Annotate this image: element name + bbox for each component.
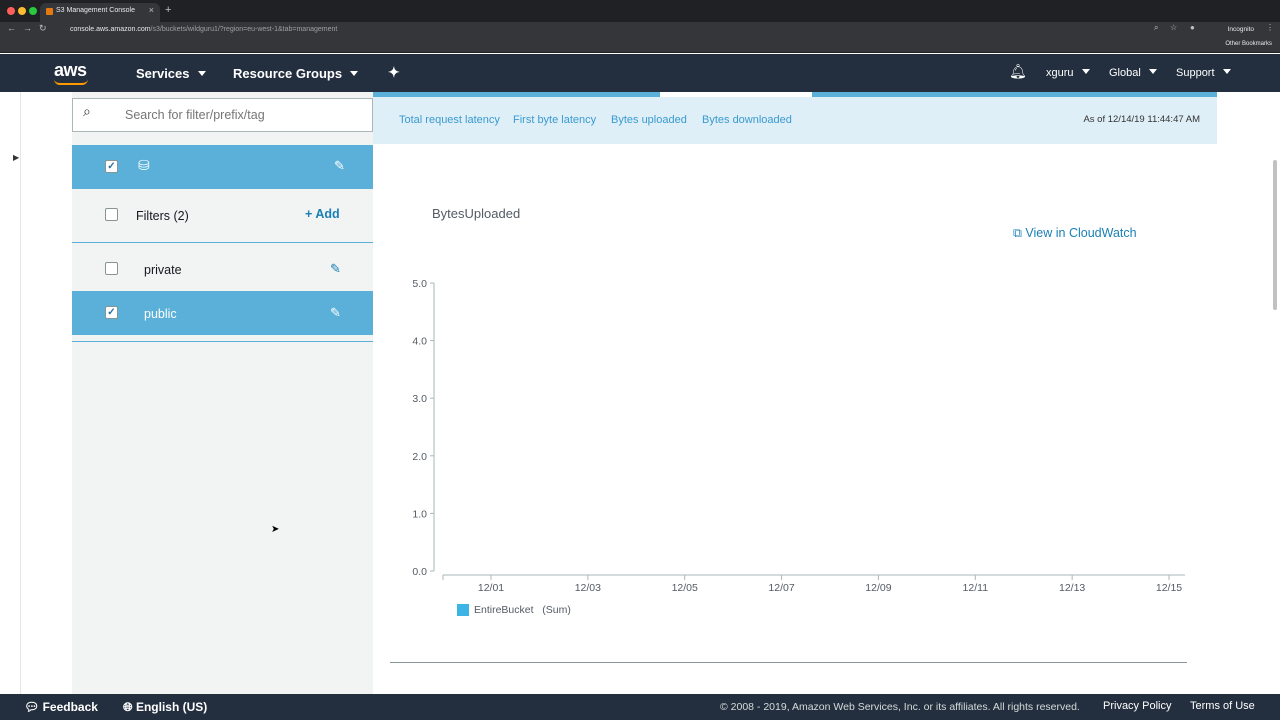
- tab-total-request-latency[interactable]: Total request latency: [399, 114, 500, 126]
- address-bar: ← → ↻ console.aws.amazon.com/s3/buckets/…: [0, 22, 1280, 38]
- s3-favicon-icon: [46, 8, 53, 15]
- x-tick-label: 12/07: [768, 582, 794, 594]
- y-tick-label: 4.0: [412, 336, 427, 348]
- aws-top-nav: aws Services Resource Groups ✦ 🔔︎ xguru …: [0, 54, 1280, 92]
- filter-item-private[interactable]: private ✎: [72, 248, 373, 291]
- incognito-label: Incognito: [1227, 26, 1254, 33]
- y-tick-label: 0.0: [412, 566, 427, 578]
- x-tick-label: 12/13: [1059, 582, 1085, 594]
- bucket-icon: ⛁: [138, 157, 150, 173]
- expand-sidebar-icon[interactable]: ▶: [13, 153, 19, 162]
- filter-item-label: private: [144, 263, 182, 277]
- y-tick-label: 1.0: [412, 508, 427, 520]
- chevron-down-icon: [350, 71, 359, 76]
- filter-checkbox[interactable]: ✓: [105, 306, 118, 319]
- y-tick-label: 2.0: [412, 451, 427, 463]
- y-tick-label: 3.0: [412, 393, 427, 405]
- view-in-cloudwatch-link[interactable]: ⧉ View in CloudWatch: [1013, 226, 1137, 241]
- minimize-window-icon[interactable]: [18, 7, 26, 15]
- search-box[interactable]: ⌕: [72, 98, 373, 132]
- back-icon[interactable]: ←: [7, 23, 16, 33]
- divider: [72, 341, 373, 342]
- side-panel-toggle-area: [9, 92, 21, 694]
- bytes-uploaded-chart: 5.0 4.0 3.0 2.0 1.0 0.0 12/01 12/03 12/05 12/07 12…: [412, 278, 1185, 594]
- y-tick-label: 5.0: [412, 278, 427, 290]
- legend-entry: EntireBucket (Sum): [474, 604, 571, 616]
- bookmark-star-icon[interactable]: ☆: [1170, 23, 1177, 32]
- filters-header-row: Filters (2) + Add: [72, 194, 373, 238]
- globe-icon: 🌐︎: [123, 700, 133, 714]
- zoom-icon[interactable]: ⌕: [1154, 23, 1158, 33]
- chart-title: BytesUploaded: [432, 206, 521, 221]
- support-menu[interactable]: Support: [1176, 67, 1231, 79]
- external-link-icon: ⧉: [1013, 226, 1022, 240]
- close-window-icon[interactable]: [7, 7, 15, 15]
- chevron-down-icon: [1081, 69, 1090, 74]
- edit-pencil-icon[interactable]: ✎: [330, 305, 341, 321]
- language-selector[interactable]: 🌐︎ English (US): [123, 700, 207, 715]
- tab-title: S3 Management Console: [56, 7, 135, 14]
- metrics-tabs: Total request latency First byte latency…: [373, 97, 1217, 144]
- forward-icon[interactable]: →: [23, 23, 32, 33]
- services-menu[interactable]: Services: [136, 66, 206, 81]
- chevron-down-icon: [1222, 69, 1231, 74]
- bell-icon[interactable]: 🔔︎: [1009, 63, 1027, 80]
- url-field[interactable]: console.aws.amazon.com/s3/buckets/wildgu…: [52, 23, 1152, 37]
- terms-of-use-link[interactable]: Terms of Use: [1190, 700, 1255, 712]
- x-tick-label: 12/05: [672, 582, 698, 594]
- reload-icon[interactable]: ↻: [39, 23, 47, 34]
- other-bookmarks[interactable]: Other Bookmarks: [1225, 41, 1272, 47]
- plus-icon: +: [305, 207, 313, 221]
- tab-bytes-uploaded[interactable]: Bytes uploaded: [611, 114, 687, 126]
- feedback-link[interactable]: 💬︎ Feedback: [24, 700, 98, 714]
- bookmarks-bar: Other Bookmarks: [0, 38, 1280, 53]
- maximize-window-icon[interactable]: [29, 7, 37, 15]
- add-filter-button[interactable]: + Add: [305, 207, 340, 221]
- filter-item-label: public: [144, 307, 177, 321]
- chevron-down-icon: [197, 71, 206, 76]
- search-icon: ⌕: [83, 103, 91, 119]
- tab-close-icon[interactable]: ×: [149, 5, 154, 15]
- pin-icon[interactable]: ✦: [388, 64, 400, 81]
- bucket-row[interactable]: ✓ ⛁ ✎: [72, 145, 373, 189]
- edit-pencil-icon[interactable]: ✎: [334, 158, 345, 174]
- mouse-cursor-icon: ➤: [271, 524, 280, 535]
- page-scrollbar[interactable]: [1273, 160, 1277, 310]
- x-tick-label: 12/03: [575, 582, 601, 594]
- aws-logo[interactable]: aws: [54, 60, 87, 81]
- x-tick-label: 12/01: [478, 582, 504, 594]
- browser-menu-icon[interactable]: ⋮: [1266, 23, 1274, 32]
- new-tab-button[interactable]: +: [165, 4, 171, 16]
- aws-logo-smile: [54, 79, 88, 85]
- page-footer: 💬︎ Feedback 🌐︎ English (US) © 2008 - 201…: [0, 694, 1280, 720]
- user-menu[interactable]: xguru: [1046, 67, 1090, 79]
- chart-divider: [390, 662, 1187, 663]
- x-tick-label: 12/15: [1156, 582, 1182, 594]
- copyright-text: © 2008 - 2019, Amazon Web Services, Inc.…: [720, 701, 1080, 713]
- as-of-timestamp: As of 12/14/19 11:44:47 AM: [1083, 114, 1200, 125]
- tab-first-byte-latency[interactable]: First byte latency: [513, 114, 596, 126]
- region-menu[interactable]: Global: [1109, 67, 1157, 79]
- filter-checkbox[interactable]: [105, 262, 118, 275]
- browser-tab[interactable]: S3 Management Console ×: [40, 3, 160, 22]
- legend-swatch: [457, 604, 469, 616]
- chevron-down-icon: [1148, 69, 1157, 74]
- tab-bytes-downloaded[interactable]: Bytes downloaded: [702, 114, 792, 126]
- edit-pencil-icon[interactable]: ✎: [330, 261, 341, 277]
- extension-icon[interactable]: ●: [1190, 23, 1195, 32]
- speech-bubble-icon: 💬︎: [24, 700, 40, 714]
- privacy-policy-link[interactable]: Privacy Policy: [1103, 700, 1171, 712]
- resource-groups-menu[interactable]: Resource Groups: [233, 66, 359, 81]
- filter-item-public[interactable]: ✓ public ✎: [72, 291, 373, 335]
- filters-count-label: Filters (2): [136, 209, 189, 223]
- x-tick-label: 12/09: [865, 582, 891, 594]
- divider: [72, 242, 373, 243]
- x-tick-label: 12/11: [963, 582, 989, 594]
- filters-select-all-checkbox[interactable]: [105, 208, 118, 221]
- bucket-checkbox[interactable]: ✓: [105, 160, 118, 173]
- browser-tab-bar: S3 Management Console × +: [0, 0, 1280, 22]
- search-input[interactable]: [125, 108, 365, 122]
